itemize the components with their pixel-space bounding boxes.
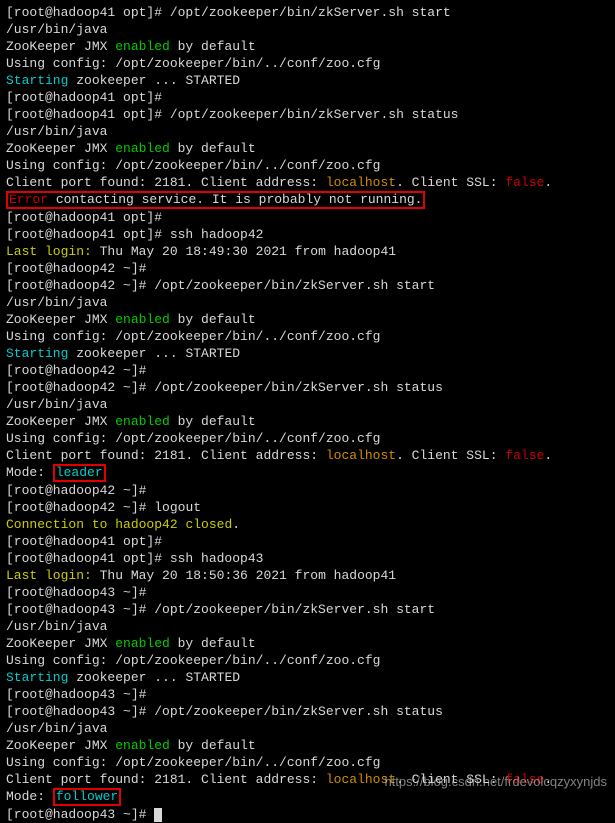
prompt: [root@hadoop41 opt]#	[6, 90, 170, 105]
command: /opt/zookeeper/bin/zkServer.sh status	[154, 380, 443, 395]
closed-text: closed	[185, 517, 232, 532]
status-enabled: enabled	[115, 39, 170, 54]
status-starting: Starting	[6, 73, 68, 88]
ssl-false: false	[505, 448, 544, 463]
output-text: by default	[170, 312, 256, 327]
output-text: by default	[170, 141, 256, 156]
terminal-output: [root@hadoop41 opt]# /opt/zookeeper/bin/…	[6, 4, 609, 823]
output-text: ZooKeeper JMX	[6, 636, 115, 651]
output-line: Using config: /opt/zookeeper/bin/../conf…	[6, 754, 609, 771]
mode-follower: follower	[56, 789, 118, 804]
command: /opt/zookeeper/bin/zkServer.sh start	[170, 5, 451, 20]
command: ssh hadoop42	[170, 227, 264, 242]
prompt: [root@hadoop43 ~]#	[6, 704, 154, 719]
prompt: [root@hadoop41 opt]#	[6, 107, 170, 122]
output-line: Using config: /opt/zookeeper/bin/../conf…	[6, 430, 609, 447]
follower-highlight-box: follower	[53, 788, 121, 806]
output-text: by default	[170, 39, 256, 54]
command: /opt/zookeeper/bin/zkServer.sh status	[154, 704, 443, 719]
prompt: [root@hadoop41 opt]#	[6, 551, 170, 566]
prompt: [root@hadoop42 ~]#	[6, 261, 154, 276]
output-text: . Client SSL:	[396, 448, 505, 463]
output-line: Using config: /opt/zookeeper/bin/../conf…	[6, 652, 609, 669]
output-line: Using config: /opt/zookeeper/bin/../conf…	[6, 328, 609, 345]
error-text: Error	[9, 192, 48, 207]
command: ssh hadoop43	[170, 551, 264, 566]
status-enabled: enabled	[115, 636, 170, 651]
prompt: [root@hadoop43 ~]#	[6, 585, 154, 600]
output-line: Using config: /opt/zookeeper/bin/../conf…	[6, 157, 609, 174]
output-line: /usr/bin/java	[6, 396, 609, 413]
output-text: .	[232, 517, 240, 532]
output-text: zookeeper ... STARTED	[68, 346, 240, 361]
output-line: /usr/bin/java	[6, 618, 609, 635]
status-enabled: enabled	[115, 738, 170, 753]
last-login-label: Last login:	[6, 568, 92, 583]
login-time: Thu May 20 18:50:36 2021 from hadoop41	[92, 568, 396, 583]
prompt: [root@hadoop41 opt]#	[6, 210, 170, 225]
status-enabled: enabled	[115, 312, 170, 327]
leader-highlight-box: leader	[53, 464, 106, 482]
prompt: [root@hadoop41 opt]#	[6, 5, 170, 20]
error-highlight-box: Error contacting service. It is probably…	[6, 191, 425, 209]
output-text: .	[544, 175, 552, 190]
output-text: . Client SSL:	[396, 175, 505, 190]
output-line: /usr/bin/java	[6, 123, 609, 140]
cursor-icon[interactable]	[154, 808, 162, 822]
connection-text: Connection to hadoop42	[6, 517, 185, 532]
last-login-label: Last login:	[6, 244, 92, 259]
command: /opt/zookeeper/bin/zkServer.sh start	[154, 602, 435, 617]
mode-label: Mode:	[6, 789, 53, 804]
output-text: ZooKeeper JMX	[6, 738, 115, 753]
prompt: [root@hadoop42 ~]#	[6, 278, 154, 293]
output-line: Using config: /opt/zookeeper/bin/../conf…	[6, 55, 609, 72]
localhost-text: localhost	[326, 448, 396, 463]
output-line: /usr/bin/java	[6, 720, 609, 737]
prompt: [root@hadoop41 opt]#	[6, 534, 170, 549]
output-line: /usr/bin/java	[6, 294, 609, 311]
output-text: Client port found: 2181. Client address:	[6, 772, 326, 787]
ssl-false: false	[505, 175, 544, 190]
output-text: by default	[170, 738, 256, 753]
login-time: Thu May 20 18:49:30 2021 from hadoop41	[92, 244, 396, 259]
output-line: /usr/bin/java	[6, 21, 609, 38]
output-text: by default	[170, 636, 256, 651]
output-text: ZooKeeper JMX	[6, 414, 115, 429]
prompt: [root@hadoop43 ~]#	[6, 602, 154, 617]
prompt: [root@hadoop42 ~]#	[6, 380, 154, 395]
status-enabled: enabled	[115, 414, 170, 429]
watermark-text: https://blog.csdn.net/frdevolcqzyxynjds	[384, 773, 607, 790]
prompt: [root@hadoop43 ~]#	[6, 687, 154, 702]
prompt: [root@hadoop41 opt]#	[6, 227, 170, 242]
output-text: ZooKeeper JMX	[6, 312, 115, 327]
prompt: [root@hadoop42 ~]#	[6, 363, 154, 378]
localhost-text: localhost	[326, 175, 396, 190]
error-msg: contacting service. It is probably not r…	[48, 192, 422, 207]
status-starting: Starting	[6, 346, 68, 361]
status-starting: Starting	[6, 670, 68, 685]
output-text: zookeeper ... STARTED	[68, 670, 240, 685]
mode-label: Mode:	[6, 465, 53, 480]
output-text: zookeeper ... STARTED	[68, 73, 240, 88]
prompt: [root@hadoop42 ~]#	[6, 500, 154, 515]
output-text: ZooKeeper JMX	[6, 39, 115, 54]
mode-leader: leader	[56, 465, 103, 480]
prompt: [root@hadoop42 ~]#	[6, 483, 154, 498]
output-text: ZooKeeper JMX	[6, 141, 115, 156]
status-enabled: enabled	[115, 141, 170, 156]
command: /opt/zookeeper/bin/zkServer.sh status	[170, 107, 459, 122]
prompt: [root@hadoop43 ~]#	[6, 807, 154, 822]
output-text: by default	[170, 414, 256, 429]
output-text: Client port found: 2181. Client address:	[6, 175, 326, 190]
output-text: .	[544, 448, 552, 463]
output-text: Client port found: 2181. Client address:	[6, 448, 326, 463]
command: /opt/zookeeper/bin/zkServer.sh start	[154, 278, 435, 293]
command: logout	[154, 500, 201, 515]
